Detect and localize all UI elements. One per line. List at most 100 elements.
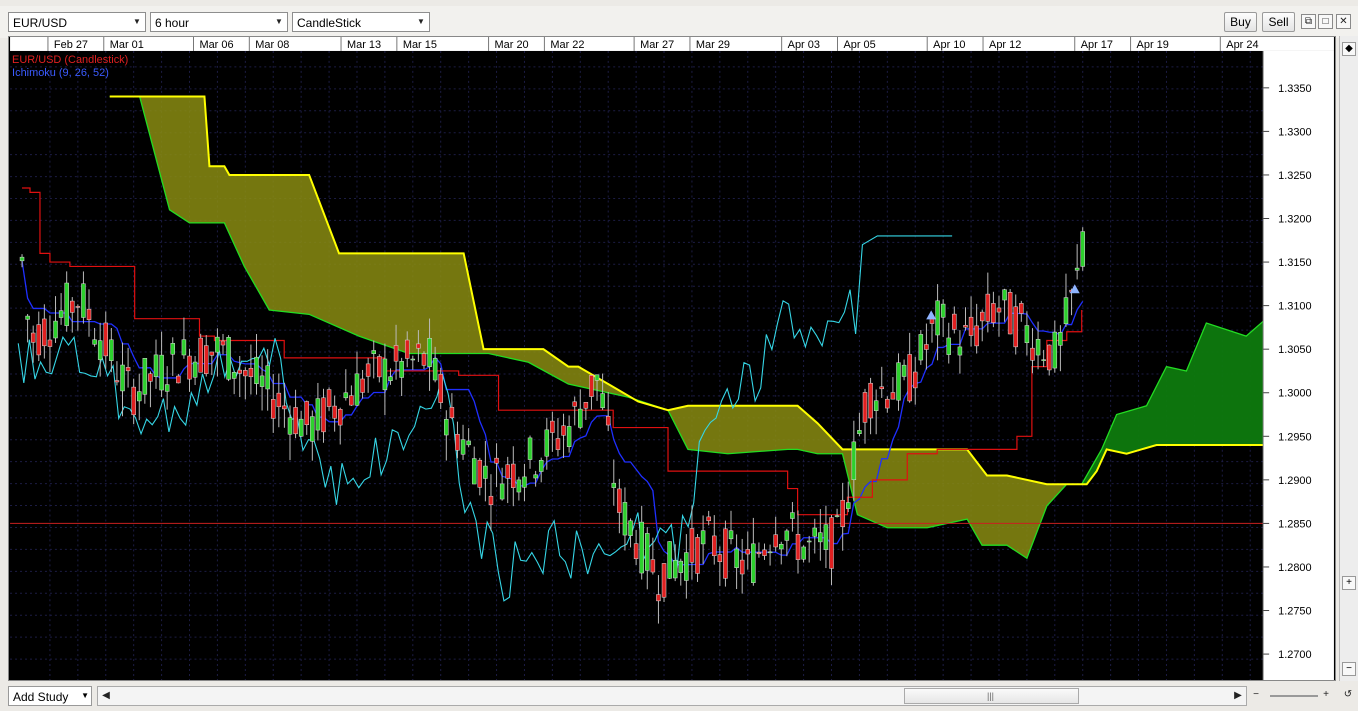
price-label: 1.2900	[1278, 475, 1312, 487]
zoom-out-time-icon[interactable]: −	[1248, 686, 1264, 706]
price-label: 1.3300	[1278, 126, 1312, 138]
date-label: Mar 15	[403, 39, 437, 51]
bull-candle	[544, 429, 550, 457]
bear-candle	[996, 307, 1002, 313]
bull-candle	[315, 398, 321, 431]
bull-candle	[940, 303, 946, 318]
bull-candle	[483, 465, 488, 479]
bear-candle	[1019, 303, 1024, 314]
bear-candle	[421, 353, 427, 366]
bull-candle	[622, 502, 628, 536]
bear-candle	[276, 392, 282, 408]
price-label: 1.2800	[1278, 562, 1312, 574]
bull-candle	[499, 483, 505, 500]
bear-candle	[890, 392, 896, 400]
bull-candle	[170, 343, 175, 355]
grip-icon: |||	[987, 691, 995, 701]
bull-candle	[25, 315, 30, 320]
bull-candle	[427, 338, 432, 367]
bull-candle	[728, 530, 734, 540]
toolbar: EUR/USD ▼ 6 hour ▼ CandleStick ▼ Buy Sel…	[0, 6, 1358, 38]
bull-candle	[527, 437, 533, 460]
bull-candle	[734, 548, 739, 568]
scroll-right-icon[interactable]: ▶	[1230, 687, 1246, 707]
bear-candle	[762, 549, 767, 556]
bull-candle	[226, 337, 231, 380]
tile-windows-icon[interactable]: ⧉	[1301, 14, 1316, 29]
zoom-in-time-icon[interactable]: +	[1318, 686, 1334, 706]
bear-candle	[416, 343, 421, 349]
bull-candle	[600, 393, 605, 409]
timeframe-select[interactable]: 6 hour ▼	[150, 12, 288, 32]
bear-candle	[404, 339, 410, 359]
bull-candle	[801, 546, 806, 560]
bullish-cloud	[1081, 318, 1267, 485]
bull-candle	[254, 356, 259, 385]
price-label: 1.3350	[1278, 83, 1312, 95]
sell-button[interactable]: Sell	[1262, 12, 1295, 32]
scroll-left-icon[interactable]: ◀	[98, 687, 114, 707]
maximize-icon[interactable]: □	[1318, 14, 1333, 29]
candlestick-chart[interactable]: Feb 27 Mar 01 Mar 06 Mar 08 Mar 13 Mar 15 Mar …	[8, 36, 1336, 681]
bear-candle	[125, 367, 131, 372]
bear-candle	[511, 463, 516, 488]
time-zoom-slider[interactable]	[1270, 695, 1318, 697]
bear-candle	[75, 306, 81, 308]
add-study-select[interactable]: Add Study ▼	[8, 686, 92, 706]
expand-icon[interactable]: ◆	[1342, 42, 1356, 56]
bear-candle	[968, 316, 974, 336]
horizontal-scrollbar[interactable]: ◀ ||| ▶	[97, 686, 1247, 706]
bull-candle	[516, 479, 522, 493]
price-label: 1.3000	[1278, 388, 1312, 400]
ichimoku-cloud	[109, 95, 1267, 560]
bull-candle	[192, 361, 198, 378]
bear-candle	[176, 375, 181, 384]
zoom-in-icon[interactable]: +	[1342, 576, 1356, 590]
zoom-out-icon[interactable]: −	[1342, 662, 1356, 676]
bear-candle	[739, 559, 745, 575]
bull-candle	[851, 441, 857, 481]
bear-candle	[198, 337, 203, 373]
bear-candle	[840, 499, 845, 527]
bull-candle	[354, 373, 360, 406]
bear-candle	[103, 322, 109, 357]
reset-icon[interactable]: ↺	[1340, 686, 1356, 706]
buy-signal-marker	[926, 310, 937, 320]
bull-candle	[164, 384, 170, 392]
bull-candle	[460, 439, 466, 455]
bull-candle	[767, 551, 773, 554]
bull-candle	[667, 541, 672, 579]
bull-candle	[873, 400, 879, 411]
date-label: Apr 19	[1137, 39, 1169, 51]
close-icon[interactable]: ✕	[1336, 14, 1351, 29]
bull-candle	[533, 474, 538, 479]
bear-candle	[773, 534, 778, 548]
bear-candle	[494, 457, 499, 464]
bear-candle	[907, 354, 912, 402]
bull-candle	[957, 346, 963, 356]
bull-candle	[310, 416, 315, 442]
bear-candle	[304, 401, 309, 425]
bear-candle	[42, 318, 47, 347]
bear-candle	[723, 528, 728, 579]
bear-candle	[913, 371, 918, 389]
bull-candle	[818, 532, 823, 543]
symbol-select[interactable]: EUR/USD ▼	[8, 12, 146, 32]
chevron-down-icon: ▼	[275, 17, 283, 26]
bear-candle	[243, 370, 248, 377]
bear-candle	[572, 401, 577, 407]
buy-button[interactable]: Buy	[1224, 12, 1257, 32]
date-label: Mar 01	[110, 39, 144, 51]
bull-candle	[137, 391, 142, 402]
bear-candle	[248, 367, 254, 378]
chart-type-select[interactable]: CandleStick ▼	[292, 12, 430, 32]
bear-candle	[209, 351, 215, 356]
vertical-zoom-bar[interactable]: ◆ + −	[1339, 36, 1358, 681]
bull-candle	[58, 310, 64, 318]
timeframe-value: 6 hour	[155, 16, 190, 30]
bear-candle	[879, 386, 884, 390]
scroll-thumb[interactable]: |||	[904, 688, 1079, 704]
senkou-span-b	[109, 95, 1267, 560]
bear-candle	[365, 363, 371, 377]
bull-candle	[946, 337, 951, 355]
